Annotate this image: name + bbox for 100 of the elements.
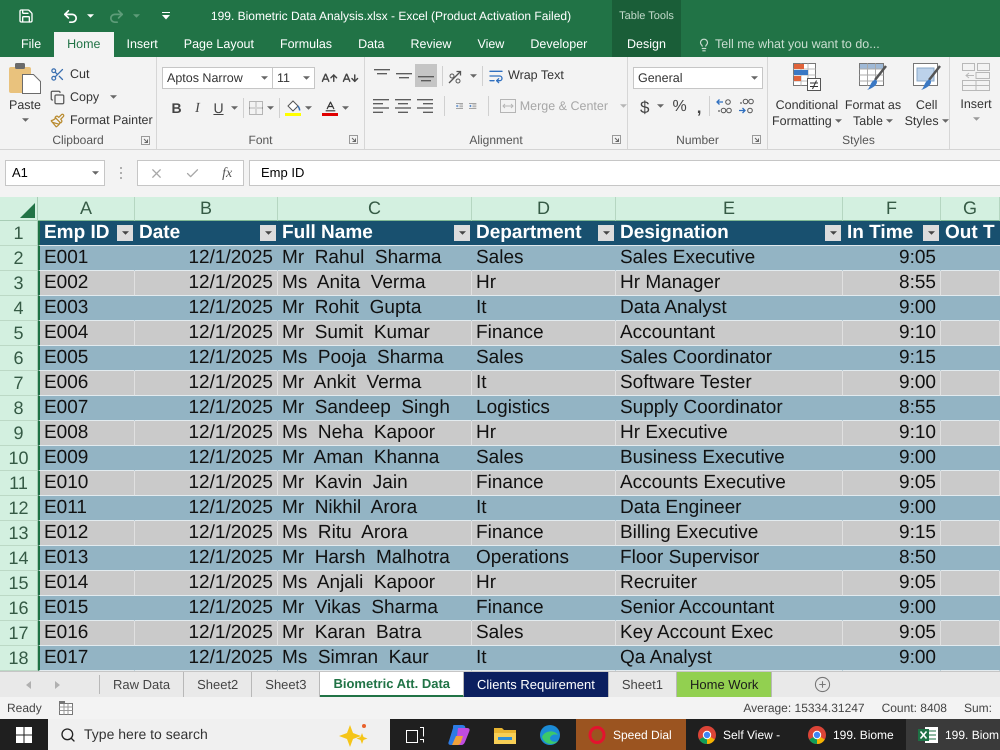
cell-styles-button[interactable]: Cell Styles: [904, 63, 949, 129]
search-field[interactable]: Type here to search: [84, 724, 330, 745]
row-number[interactable]: 6: [0, 346, 38, 371]
column-header[interactable]: A: [38, 197, 135, 221]
ribbon-tab[interactable]: Data: [345, 32, 398, 57]
formula-input[interactable]: Emp ID: [249, 160, 1000, 186]
taskbar-app-button[interactable]: Self View -: [686, 719, 796, 750]
row-number[interactable]: 16: [0, 596, 38, 621]
row-number[interactable]: 7: [0, 371, 38, 396]
row-number[interactable]: 9: [0, 421, 38, 446]
ribbon-tab[interactable]: File: [8, 32, 54, 57]
row-number[interactable]: 2: [0, 246, 38, 271]
row-number[interactable]: 13: [0, 521, 38, 546]
font-size-dropdown[interactable]: 11: [273, 67, 315, 89]
ribbon-tab[interactable]: Page Layout: [170, 32, 267, 57]
row-number[interactable]: 12: [0, 496, 38, 521]
align-right-icon[interactable]: [417, 99, 433, 113]
row-number[interactable]: 4: [0, 296, 38, 321]
tell-me-field[interactable]: Tell me what you want to do...: [715, 35, 955, 54]
align-center-icon[interactable]: [395, 99, 411, 113]
filter-dropdown-button[interactable]: [598, 225, 614, 241]
column-header[interactable]: B: [135, 197, 278, 221]
sheet-tab[interactable]: Clients Requirement: [464, 672, 609, 697]
sheet-tab[interactable]: Biometric Att. Data: [320, 672, 464, 697]
dialog-launcher-icon[interactable]: [349, 135, 358, 144]
caret-with-bar-icon[interactable]: [162, 12, 170, 20]
underline-button[interactable]: U: [208, 97, 229, 119]
conditional-formatting-button[interactable]: Conditional Formatting: [772, 63, 842, 129]
undo-icon[interactable]: [62, 8, 79, 24]
row-number[interactable]: 8: [0, 396, 38, 421]
taskbar-app-button[interactable]: 199. Biome: [796, 719, 906, 750]
borders-icon[interactable]: [249, 101, 263, 115]
folder-icon[interactable]: [494, 726, 516, 744]
filter-dropdown-button[interactable]: [923, 225, 939, 241]
sheet-tab[interactable]: Home Work: [677, 672, 772, 697]
column-header[interactable]: D: [472, 197, 616, 221]
overlapping-windows-icon[interactable]: [406, 726, 424, 742]
row-number[interactable]: 14: [0, 546, 38, 571]
currency-button[interactable]: $: [638, 95, 652, 117]
paste-button[interactable]: Paste: [5, 63, 45, 131]
sheet-grid-icon[interactable]: [58, 701, 73, 715]
wrap-text-button[interactable]: Wrap Text: [488, 64, 564, 86]
ribbon-tab[interactable]: Home: [54, 32, 114, 57]
format-as-table-button[interactable]: Format as Table: [844, 63, 902, 129]
align-left-icon[interactable]: [373, 99, 389, 113]
ribbon-tab[interactable]: View: [464, 32, 518, 57]
dialog-launcher-icon[interactable]: [752, 135, 761, 144]
insert-button[interactable]: Insert: [958, 63, 994, 121]
row-number[interactable]: 15: [0, 571, 38, 596]
dialog-launcher-icon[interactable]: [612, 135, 621, 144]
copy-button[interactable]: Copy: [50, 85, 153, 109]
top-lines-icon[interactable]: [374, 69, 390, 75]
number-format-dropdown[interactable]: General: [633, 67, 763, 89]
format-painter-button[interactable]: Format Painter: [50, 109, 153, 131]
taskbar-app-button[interactable]: Speed Dial: [576, 719, 686, 750]
middle-lines-icon[interactable]: [396, 72, 412, 78]
percent-button[interactable]: %: [670, 95, 689, 117]
paint-bucket-icon[interactable]: [285, 100, 301, 116]
row-number[interactable]: 18: [0, 646, 38, 671]
row-number[interactable]: 17: [0, 621, 38, 646]
column-header[interactable]: C: [278, 197, 472, 221]
filter-dropdown-button[interactable]: [825, 225, 841, 241]
select-all-button[interactable]: [0, 197, 38, 221]
cut-button[interactable]: Cut: [50, 63, 153, 85]
align-bottom-button[interactable]: [415, 64, 437, 87]
bottom-lines-icon[interactable]: [418, 76, 434, 82]
browser-wave-icon[interactable]: [540, 724, 560, 744]
row-number[interactable]: 5: [0, 321, 38, 346]
table-cell: E002: [38, 271, 135, 296]
row-number[interactable]: 1: [0, 221, 38, 246]
insert-function-button[interactable]: fx: [222, 162, 232, 184]
column-header[interactable]: F: [843, 197, 941, 221]
column-header[interactable]: G: [941, 197, 1000, 221]
ribbon-tab[interactable]: Review: [397, 32, 464, 57]
column-header[interactable]: E: [616, 197, 843, 221]
ribbon-tab[interactable]: Formulas: [266, 32, 346, 57]
taskbar-app-button[interactable]: 199. Biom: [906, 719, 1000, 750]
dialog-launcher-icon[interactable]: [141, 136, 150, 144]
ribbon-tab[interactable]: Developer: [517, 32, 600, 57]
decimal-arrow-right-icon[interactable]: [738, 98, 754, 114]
filter-dropdown-button[interactable]: [260, 225, 276, 241]
filter-dropdown-button[interactable]: [117, 225, 133, 241]
name-box[interactable]: A1: [5, 160, 105, 186]
bold-button[interactable]: B: [166, 97, 187, 119]
ribbon-tab[interactable]: Insert: [114, 32, 171, 57]
font-name-dropdown[interactable]: Aptos Narrow: [162, 67, 273, 89]
plus-circle-icon[interactable]: [814, 676, 832, 693]
colorful-swirl-icon[interactable]: [448, 724, 470, 744]
filter-dropdown-button[interactable]: [454, 225, 470, 241]
ribbon-tab[interactable]: Design: [614, 32, 679, 57]
row-number[interactable]: 11: [0, 471, 38, 496]
windows-logo-icon[interactable]: [16, 726, 32, 742]
row-number[interactable]: 10: [0, 446, 38, 471]
font-color-icon[interactable]: [322, 100, 338, 116]
comma-button[interactable]: ,: [694, 95, 704, 117]
decimal-arrow-left-icon[interactable]: [716, 98, 732, 114]
save-icon[interactable]: [18, 8, 34, 24]
row-number[interactable]: 3: [0, 271, 38, 296]
search-box[interactable]: Type here to search: [48, 719, 390, 750]
italic-button[interactable]: I: [187, 97, 208, 119]
